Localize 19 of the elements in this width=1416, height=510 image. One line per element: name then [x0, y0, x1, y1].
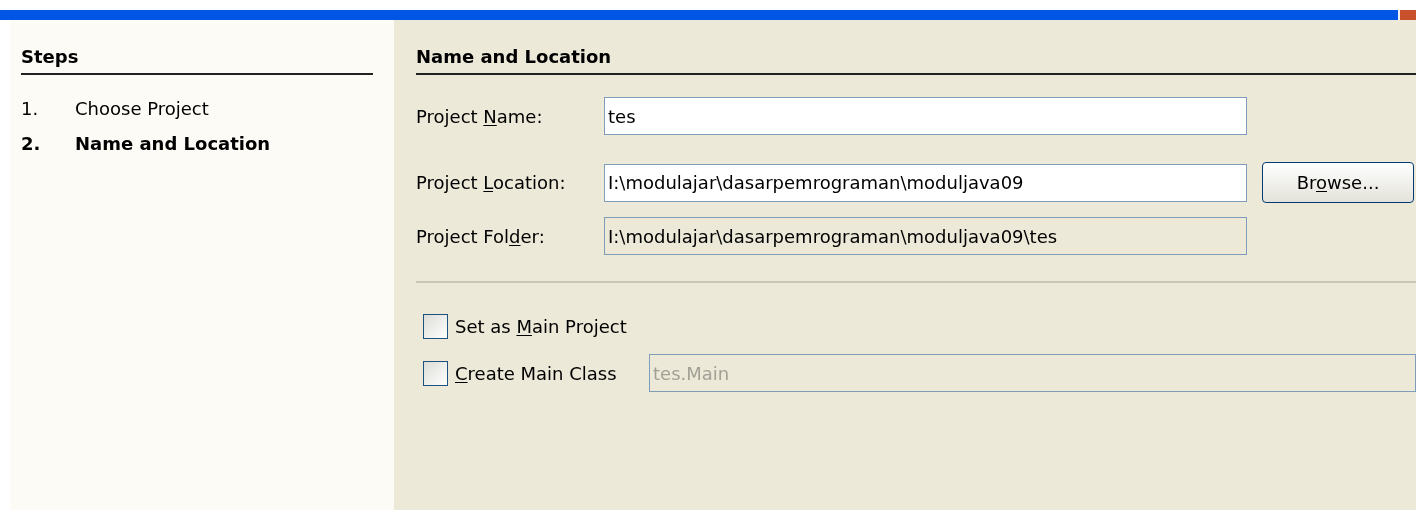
section-title: Name and Location — [416, 43, 1416, 75]
field-label: Project Folder: — [416, 224, 546, 249]
text-field[interactable]: tes — [604, 97, 1247, 135]
step-number: 1. — [21, 97, 40, 121]
class-name-field: tes.Main — [649, 354, 1416, 392]
readonly-field: I:\modulajar\dasarpemrograman\moduljava09\tes — [604, 217, 1247, 255]
field-label: Project Name: — [416, 104, 544, 129]
field-label: Project Location: — [416, 171, 567, 195]
step-label[interactable]: Name and Location — [75, 130, 271, 157]
checkbox[interactable] — [423, 314, 448, 339]
step-label[interactable]: Choose Project — [75, 95, 209, 122]
browse-button[interactable]: Browse... — [1262, 162, 1414, 203]
steps-title: Steps — [21, 43, 373, 75]
step-number: 2. — [21, 132, 42, 156]
checkbox-label[interactable]: Set as Main Project — [455, 313, 649, 340]
checkbox[interactable] — [423, 360, 448, 386]
close-button-edge[interactable] — [1398, 10, 1416, 20]
text-field[interactable]: I:\modulajar\dasarpemrograman\moduljava09 — [604, 163, 1247, 202]
checkbox-label[interactable]: Create Main Class — [455, 359, 649, 387]
